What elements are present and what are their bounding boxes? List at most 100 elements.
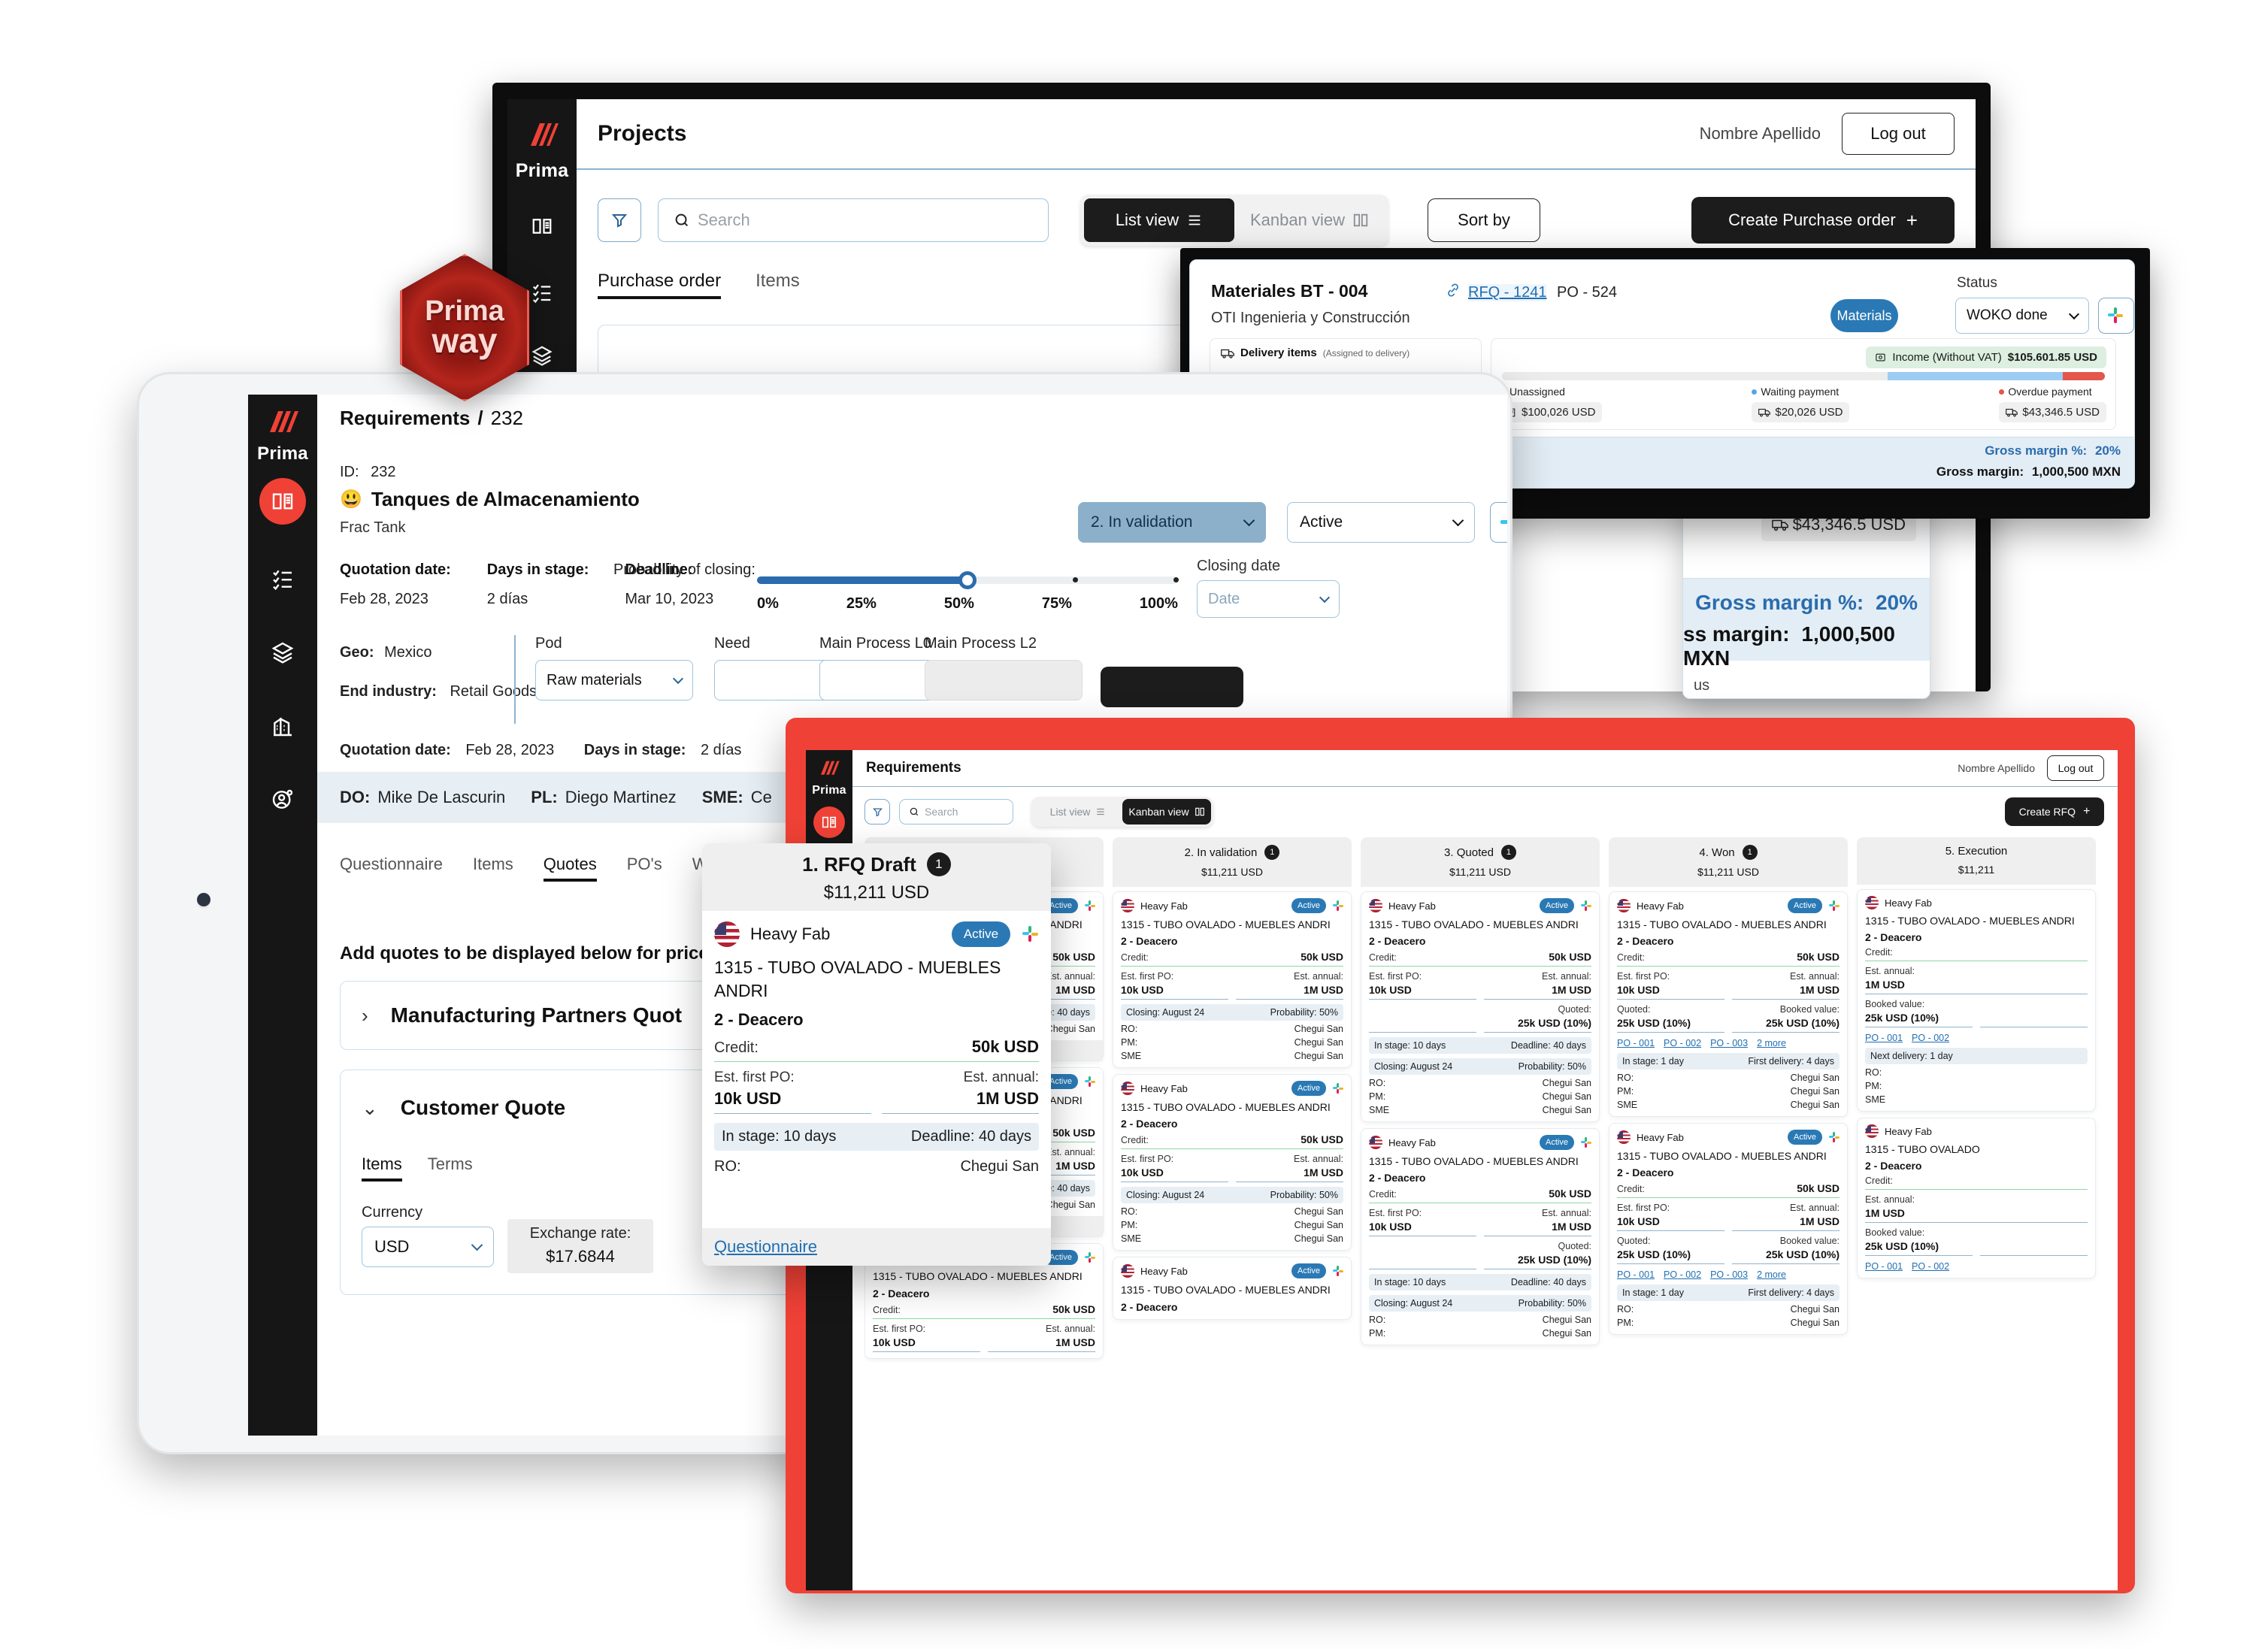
sidebar-item-book[interactable] <box>520 204 564 248</box>
slack-icon[interactable] <box>1333 1083 1343 1094</box>
po-link[interactable]: PO - 002 <box>1664 1038 1701 1048</box>
create-purchase-order-button[interactable]: Create Purchase order + <box>1691 197 1955 244</box>
customer-name: 2 - Deacero <box>1121 1118 1178 1130</box>
slack-icon[interactable] <box>1333 1266 1343 1277</box>
slack-icon[interactable] <box>1581 1137 1591 1148</box>
accordion-header[interactable]: ⌄ Customer Quote <box>362 1096 565 1120</box>
tab-kanban-view[interactable]: Kanban view <box>1122 799 1211 824</box>
status-badge[interactable]: Active <box>1291 898 1326 913</box>
po-link[interactable]: PO - 002 <box>1912 1033 1949 1043</box>
currency-label: Currency <box>362 1204 423 1221</box>
po-link[interactable]: PO - 001 <box>1865 1261 1903 1272</box>
tab-items[interactable]: Items <box>755 271 800 292</box>
slack-icon[interactable] <box>1333 900 1343 911</box>
status-badge[interactable]: Active <box>952 921 1010 947</box>
search-kpi-button[interactable] <box>1101 667 1243 707</box>
kanban-card[interactable]: Heavy Fab Active 1315 - TUBO OVALADO - MUE… <box>1113 1257 1352 1320</box>
kanban-card[interactable]: Heavy Fab 1315 - TUBO OVALADO - MUEBLES A… <box>1857 889 2096 1112</box>
currency-select[interactable]: USD <box>362 1227 494 1267</box>
tab-cq-items[interactable]: Items <box>362 1154 402 1182</box>
po-link[interactable]: PO - 002 <box>1664 1269 1701 1280</box>
kanban-card[interactable]: Heavy Fab Active 1315 - TUBO OVALADO - MUE… <box>1113 1074 1352 1251</box>
kanban-card[interactable]: Heavy Fab Active 1315 - TUBO OVALADO - MUE… <box>1609 1123 1848 1336</box>
po-link[interactable]: 2 more <box>1757 1269 1786 1280</box>
logout-button[interactable]: Log out <box>1842 113 1955 155</box>
sidebar-item-book[interactable] <box>813 806 845 838</box>
tab-cq-terms[interactable]: Terms <box>428 1154 473 1174</box>
sidebar-item-company[interactable] <box>263 706 302 746</box>
kanban-card[interactable]: Heavy Fab 1315 - TUBO OVALADO 2 - Deacero C… <box>1857 1118 2096 1279</box>
status-select[interactable]: WOKO done <box>1955 298 2089 334</box>
kanban-card[interactable]: Heavy Fab Active 1315 - TUBO OVALADO - MUE… <box>1361 1128 1600 1346</box>
tab-items[interactable]: Items <box>473 855 513 874</box>
status-badge[interactable]: Active <box>1788 1130 1822 1145</box>
pod-select[interactable]: Raw materials <box>535 660 693 700</box>
questionnaire-link[interactable]: Questionnaire <box>702 1228 1051 1266</box>
po-link[interactable]: PO - 003 <box>1710 1269 1748 1280</box>
closing-date-select[interactable]: Date <box>1197 580 1340 618</box>
sidebar-item-checklist[interactable] <box>263 559 302 598</box>
tab-purchase-order[interactable]: Purchase order <box>598 271 722 299</box>
po-link[interactable]: PO - 002 <box>1912 1261 1949 1272</box>
supplier-name: Heavy Fab <box>1140 1265 1188 1277</box>
tab-list-view[interactable]: List view <box>1084 198 1234 242</box>
flag-us-icon <box>1369 1136 1382 1150</box>
slack-button[interactable] <box>1490 502 1507 543</box>
status-badge[interactable]: Active <box>1291 1263 1326 1279</box>
po-link[interactable]: 2 more <box>1757 1038 1786 1048</box>
sidebar-item-book[interactable] <box>259 478 306 525</box>
kanban-card[interactable]: Heavy Fab Active 1315 - TUBO OVALADO - MUE… <box>1609 891 1848 1118</box>
slack-icon[interactable] <box>1085 1076 1095 1088</box>
popover-card[interactable]: Heavy Fab Active 1315 - TUBO OVALADO - M… <box>702 911 1051 1266</box>
probability-slider[interactable] <box>757 571 1179 589</box>
tab-list-view[interactable]: List view <box>1034 799 1122 824</box>
create-rfq-button[interactable]: Create RFQ + <box>2005 797 2104 826</box>
behind-gm-pct-label: Gross margin %: <box>1695 591 1864 614</box>
sidebar-item-layers[interactable] <box>263 633 302 672</box>
materials-tag[interactable]: Materials <box>1830 299 1898 332</box>
po-link[interactable]: PO - 001 <box>1865 1033 1903 1043</box>
materials-tag-label: Materials <box>1837 307 1892 323</box>
tab-quotes[interactable]: Quotes <box>543 855 597 882</box>
slack-icon[interactable] <box>1829 900 1840 911</box>
person-label: SME <box>1369 1105 1390 1116</box>
kanban-card[interactable]: Heavy Fab Active 1315 - TUBO OVALADO - MUE… <box>1361 891 1600 1123</box>
filter-button[interactable] <box>598 198 641 242</box>
tab-questionnaire[interactable]: Questionnaire <box>340 855 443 874</box>
kanban-board[interactable]: 1. RFQ Draft1$11,211 USDHeavy FabActive1… <box>865 837 2118 1590</box>
status-badge[interactable]: Active <box>1540 1135 1574 1151</box>
person-label: PM: <box>1865 1081 1882 1092</box>
filter-button[interactable] <box>865 799 890 824</box>
credit-rule <box>1121 1148 1343 1150</box>
card-person-row: PM: Chegui San <box>1369 1328 1591 1339</box>
state-select[interactable]: Active <box>1287 502 1475 543</box>
slack-icon[interactable] <box>1829 1132 1840 1143</box>
status-badge[interactable]: Active <box>1788 898 1822 913</box>
po-link[interactable]: PO - 003 <box>1710 1038 1748 1048</box>
supplier-name: Heavy Fab <box>1885 1125 1932 1137</box>
stage-select[interactable]: 2. In validation <box>1078 502 1266 543</box>
main-process-l2-select[interactable] <box>925 660 1083 700</box>
sidebar-item-account[interactable] <box>263 780 302 819</box>
status-badge[interactable]: Active <box>1540 898 1574 913</box>
slack-icon[interactable] <box>1581 900 1591 911</box>
prima-way-badge-inner: Prima way <box>400 254 529 401</box>
breadcrumb-root[interactable]: Requirements <box>340 407 470 430</box>
slack-icon[interactable] <box>1022 926 1039 943</box>
slack-icon[interactable] <box>1085 1252 1095 1263</box>
search-input[interactable]: Search <box>899 799 1013 824</box>
sort-by-button[interactable]: Sort by <box>1428 198 1540 242</box>
slider-thumb[interactable] <box>958 571 977 589</box>
slack-button[interactable] <box>2098 298 2134 334</box>
search-input[interactable]: Search <box>658 198 1049 242</box>
logout-button[interactable]: Log out <box>2047 755 2104 781</box>
po-link[interactable]: PO - 001 <box>1617 1038 1655 1048</box>
po-link[interactable]: PO - 001 <box>1617 1269 1655 1280</box>
status-badge[interactable]: Active <box>1291 1081 1326 1097</box>
tab-kanban-view[interactable]: Kanban view <box>1234 198 1385 242</box>
slack-icon[interactable] <box>1085 900 1095 911</box>
rfq-link[interactable]: RFQ - 1241 <box>1468 284 1547 301</box>
tab-pos[interactable]: PO's <box>627 855 662 874</box>
kanban-card[interactable]: Heavy Fab Active 1315 - TUBO OVALADO - MUE… <box>1113 891 1352 1069</box>
row-label: Credit: <box>1617 1184 1645 1195</box>
